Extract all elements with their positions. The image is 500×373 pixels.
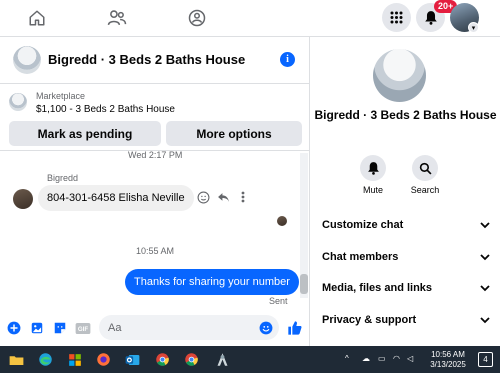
more-options-icon[interactable] bbox=[235, 189, 251, 205]
more-options-button[interactable]: More options bbox=[166, 121, 302, 146]
message-composer: GIF bbox=[0, 310, 309, 346]
chat-header: Bigredd · 3 Beds 2 Baths House i bbox=[0, 37, 309, 84]
svg-text:GIF: GIF bbox=[78, 325, 88, 332]
info-icon[interactable]: i bbox=[280, 52, 295, 67]
search-label[interactable]: Search bbox=[395, 185, 455, 195]
firefox-icon[interactable] bbox=[95, 351, 112, 368]
clock-date: 3/13/2025 bbox=[430, 360, 466, 369]
store-icon[interactable] bbox=[66, 351, 83, 368]
section-customize-chat[interactable]: Customize chat bbox=[322, 215, 490, 235]
sent-status: Sent bbox=[269, 296, 288, 306]
gif-icon[interactable]: GIF bbox=[74, 320, 92, 336]
top-nav: 20+ ▾ bbox=[0, 0, 500, 37]
section-label: Media, files and links bbox=[322, 282, 433, 294]
chevron-down-icon bbox=[480, 315, 490, 325]
chevron-down-icon[interactable]: ▾ bbox=[468, 22, 479, 33]
photo-icon[interactable] bbox=[29, 320, 45, 336]
listing-thumbnail[interactable] bbox=[9, 93, 27, 111]
folder-icon[interactable] bbox=[8, 351, 25, 368]
chat-avatar[interactable] bbox=[13, 46, 41, 74]
mark-as-pending-button[interactable]: Mark as pending bbox=[9, 121, 161, 146]
groups-icon[interactable] bbox=[185, 6, 209, 30]
outgoing-message[interactable]: Thanks for sharing your number bbox=[125, 269, 299, 295]
scrollbar-thumb[interactable] bbox=[300, 274, 308, 294]
friends-icon[interactable] bbox=[105, 6, 129, 30]
clock-time: 10:56 AM bbox=[431, 350, 465, 359]
reply-icon[interactable] bbox=[215, 189, 231, 205]
add-plus-icon[interactable] bbox=[6, 320, 22, 336]
section-privacy-support[interactable]: Privacy & support bbox=[322, 310, 490, 330]
volume-icon[interactable]: ◁ bbox=[407, 354, 413, 363]
section-label: Customize chat bbox=[322, 219, 404, 231]
search-icon[interactable] bbox=[412, 155, 438, 181]
chat-info-panel: Bigredd · 3 Beds 2 Baths House Mute Sear… bbox=[311, 37, 500, 346]
panel-title: Bigredd · 3 Beds 2 Baths House bbox=[314, 108, 497, 122]
sticker-icon[interactable] bbox=[52, 320, 68, 336]
like-thumbs-up-icon[interactable] bbox=[286, 320, 304, 336]
section-media-files-links[interactable]: Media, files and links bbox=[322, 278, 490, 298]
system-clock[interactable]: 10:56 AM 3/13/2025 bbox=[423, 350, 473, 370]
home-icon[interactable] bbox=[25, 6, 49, 30]
section-label: Privacy & support bbox=[322, 314, 417, 326]
taskbar: ^ ☁ ▭ ◠ ◁ 10:56 AM 3/13/2025 4 bbox=[0, 346, 500, 373]
section-chat-members[interactable]: Chat members bbox=[322, 247, 490, 267]
listing-summary[interactable]: $1,100 - 3 Beds 2 Baths House bbox=[36, 104, 175, 115]
marketplace-label: Marketplace bbox=[36, 91, 86, 101]
mute-icon[interactable] bbox=[360, 155, 386, 181]
chevron-down-icon bbox=[480, 220, 490, 230]
message-input[interactable] bbox=[99, 315, 279, 340]
app-icon[interactable] bbox=[214, 351, 231, 368]
chevron-up-icon[interactable]: ^ bbox=[345, 354, 349, 363]
outlook-icon[interactable] bbox=[124, 351, 141, 368]
sender-name: Bigredd bbox=[47, 173, 79, 183]
conversation-avatar[interactable] bbox=[373, 49, 426, 102]
wifi-icon[interactable]: ◠ bbox=[393, 354, 400, 363]
keyboard-icon[interactable]: ▭ bbox=[378, 354, 386, 363]
chevron-down-icon bbox=[480, 252, 490, 262]
marketplace-bar: Marketplace $1,100 - 3 Beds 2 Baths Hous… bbox=[0, 85, 309, 151]
notification-center-icon[interactable]: 4 bbox=[478, 352, 493, 367]
chevron-down-icon bbox=[480, 283, 490, 293]
emoji-icon[interactable] bbox=[258, 320, 274, 336]
menu-grid-icon[interactable] bbox=[382, 3, 411, 32]
time-separator: 10:55 AM bbox=[135, 246, 175, 256]
seen-indicator-avatar bbox=[277, 216, 287, 226]
chat-title[interactable]: Bigredd · 3 Beds 2 Baths House bbox=[48, 52, 245, 67]
chrome-icon[interactable] bbox=[154, 351, 171, 368]
emoji-react-icon[interactable] bbox=[195, 189, 211, 205]
edge-browser-icon[interactable] bbox=[37, 351, 54, 368]
sender-avatar[interactable] bbox=[13, 189, 33, 209]
incoming-message[interactable]: 804-301-6458 Elisha Neville bbox=[38, 185, 194, 211]
chat-panel: Bigredd · 3 Beds 2 Baths House i Marketp… bbox=[0, 37, 310, 346]
mute-label[interactable]: Mute bbox=[343, 185, 403, 195]
chrome-profile-icon[interactable] bbox=[183, 351, 200, 368]
date-separator: Wed 2:17 PM bbox=[128, 150, 183, 160]
cloud-icon[interactable]: ☁ bbox=[362, 354, 370, 363]
section-label: Chat members bbox=[322, 251, 399, 263]
